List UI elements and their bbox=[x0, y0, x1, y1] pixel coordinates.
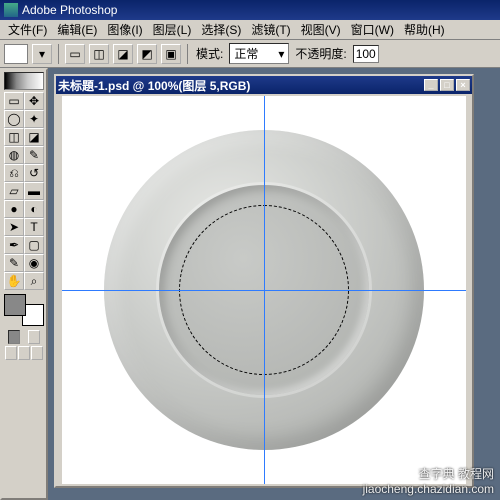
minimize-button[interactable]: _ bbox=[424, 79, 438, 91]
eyedropper-tool[interactable]: ◉ bbox=[24, 254, 44, 272]
screen-full-menu[interactable] bbox=[18, 346, 30, 360]
gradient-icon: ▬ bbox=[28, 184, 40, 198]
tool-grid: ▭ ✥ ◯ ✦ ◫ ◪ ◍ ✎ ⎌ ↺ ▱ ▬ ● ◐ ➤ T ✒ ▢ ✎ ◉ … bbox=[4, 92, 44, 290]
marquee-icon: ▭ bbox=[8, 94, 19, 108]
opt-icon-2[interactable]: ◫ bbox=[89, 44, 109, 64]
screen-standard[interactable] bbox=[5, 346, 17, 360]
brush-icon: ✎ bbox=[29, 148, 39, 162]
menu-layer[interactable]: 图层(L) bbox=[149, 19, 196, 40]
zoom-tool[interactable]: ⌕ bbox=[24, 272, 44, 290]
heal-icon: ◍ bbox=[9, 148, 19, 162]
shape-tool[interactable]: ▢ bbox=[24, 236, 44, 254]
separator bbox=[58, 44, 59, 64]
app-titlebar: Adobe Photoshop bbox=[0, 0, 500, 20]
eraser-icon: ▱ bbox=[9, 184, 18, 198]
dodge-tool[interactable]: ◐ bbox=[24, 200, 44, 218]
maximize-button[interactable]: □ bbox=[440, 79, 454, 91]
zoom-icon: ⌕ bbox=[31, 274, 38, 289]
opt-icon-1[interactable]: ▭ bbox=[65, 44, 85, 64]
stamp-tool[interactable]: ⎌ bbox=[4, 164, 24, 182]
opt-icon-3[interactable]: ◪ bbox=[113, 44, 133, 64]
canvas-area: 未标題-1.psd @ 100%(图层 5,RGB) _ □ × bbox=[48, 68, 500, 500]
chevron-down-icon: ▾ bbox=[278, 47, 284, 61]
document-window: 未标題-1.psd @ 100%(图层 5,RGB) _ □ × bbox=[54, 74, 474, 488]
hand-tool[interactable]: ✋ bbox=[4, 272, 24, 290]
heal-tool[interactable]: ◍ bbox=[4, 146, 24, 164]
opacity-field[interactable]: 100 bbox=[353, 45, 379, 63]
lasso-icon: ◯ bbox=[7, 112, 20, 126]
options-bar: ▾ ▭ ◫ ◪ ◩ ▣ 模式: 正常▾ 不透明度: 100 bbox=[0, 40, 500, 68]
document-titlebar[interactable]: 未标題-1.psd @ 100%(图层 5,RGB) _ □ × bbox=[56, 76, 472, 94]
separator bbox=[187, 44, 188, 64]
dodge-icon: ◐ bbox=[30, 202, 37, 216]
slice-tool[interactable]: ◪ bbox=[24, 128, 44, 146]
opacity-label: 不透明度: bbox=[293, 45, 348, 62]
menu-help[interactable]: 帮助(H) bbox=[400, 19, 449, 40]
brush-preview-icon[interactable]: ▾ bbox=[32, 44, 52, 64]
toolbox-header bbox=[4, 72, 44, 90]
document-title: 未标題-1.psd @ 100%(图层 5,RGB) bbox=[58, 77, 250, 94]
hand-icon: ✋ bbox=[7, 274, 22, 288]
app-title: Adobe Photoshop bbox=[22, 3, 117, 17]
slice-icon: ◪ bbox=[28, 130, 39, 144]
app-icon bbox=[4, 3, 18, 17]
menu-select[interactable]: 选择(S) bbox=[197, 19, 245, 40]
eraser-tool[interactable]: ▱ bbox=[4, 182, 24, 200]
watermark-line1: 查字典 教程网 bbox=[363, 467, 494, 481]
type-tool[interactable]: T bbox=[24, 218, 44, 236]
brush-tool[interactable]: ✎ bbox=[24, 146, 44, 164]
menu-edit[interactable]: 编辑(E) bbox=[53, 19, 101, 40]
notes-icon: ✎ bbox=[9, 256, 19, 270]
guide-horizontal[interactable] bbox=[62, 290, 466, 291]
canvas[interactable] bbox=[62, 96, 466, 484]
mode-select[interactable]: 正常▾ bbox=[229, 43, 289, 64]
screen-full[interactable] bbox=[31, 346, 43, 360]
path-tool[interactable]: ➤ bbox=[4, 218, 24, 236]
foreground-color[interactable] bbox=[4, 294, 26, 316]
quickmask-row bbox=[4, 330, 44, 344]
tool-preset[interactable] bbox=[4, 44, 28, 64]
workspace: ▭ ✥ ◯ ✦ ◫ ◪ ◍ ✎ ⎌ ↺ ▱ ▬ ● ◐ ➤ T ✒ ▢ ✎ ◉ … bbox=[0, 68, 500, 500]
menu-window[interactable]: 窗口(W) bbox=[347, 19, 398, 40]
marquee-tool[interactable]: ▭ bbox=[4, 92, 24, 110]
wand-tool[interactable]: ✦ bbox=[24, 110, 44, 128]
blur-tool[interactable]: ● bbox=[4, 200, 24, 218]
move-icon: ✥ bbox=[29, 94, 39, 108]
gradient-tool[interactable]: ▬ bbox=[24, 182, 44, 200]
menu-bar: 文件(F) 编辑(E) 图像(I) 图层(L) 选择(S) 滤镜(T) 视图(V… bbox=[0, 20, 500, 40]
wand-icon: ✦ bbox=[29, 112, 39, 126]
close-button[interactable]: × bbox=[456, 79, 470, 91]
pen-icon: ✒ bbox=[9, 238, 19, 252]
history-tool[interactable]: ↺ bbox=[24, 164, 44, 182]
screenmode-row bbox=[4, 346, 44, 360]
color-swatch[interactable] bbox=[4, 294, 44, 326]
crop-tool[interactable]: ◫ bbox=[4, 128, 24, 146]
stamp-icon: ⎌ bbox=[9, 166, 19, 181]
shape-icon: ▢ bbox=[28, 238, 39, 252]
notes-tool[interactable]: ✎ bbox=[4, 254, 24, 272]
toolbox: ▭ ✥ ◯ ✦ ◫ ◪ ◍ ✎ ⎌ ↺ ▱ ▬ ● ◐ ➤ T ✒ ▢ ✎ ◉ … bbox=[0, 68, 48, 500]
watermark-line2: jiaocheng.chazidian.com bbox=[363, 482, 494, 496]
standard-mode[interactable] bbox=[8, 330, 20, 344]
menu-filter[interactable]: 滤镜(T) bbox=[247, 19, 294, 40]
opt-icon-5[interactable]: ▣ bbox=[161, 44, 181, 64]
eyedropper-icon: ◉ bbox=[29, 256, 39, 270]
path-icon: ➤ bbox=[9, 220, 19, 234]
blur-icon: ● bbox=[10, 202, 17, 216]
menu-view[interactable]: 视图(V) bbox=[297, 19, 345, 40]
quickmask-mode[interactable] bbox=[28, 330, 40, 344]
crop-icon: ◫ bbox=[8, 130, 19, 144]
opt-icon-4[interactable]: ◩ bbox=[137, 44, 157, 64]
window-buttons: _ □ × bbox=[424, 79, 470, 91]
mode-label: 模式: bbox=[194, 45, 225, 62]
move-tool[interactable]: ✥ bbox=[24, 92, 44, 110]
menu-file[interactable]: 文件(F) bbox=[4, 19, 51, 40]
pen-tool[interactable]: ✒ bbox=[4, 236, 24, 254]
watermark: 查字典 教程网 jiaocheng.chazidian.com bbox=[363, 467, 494, 496]
history-icon: ↺ bbox=[29, 166, 39, 180]
type-icon: T bbox=[30, 220, 37, 234]
lasso-tool[interactable]: ◯ bbox=[4, 110, 24, 128]
menu-image[interactable]: 图像(I) bbox=[103, 19, 146, 40]
